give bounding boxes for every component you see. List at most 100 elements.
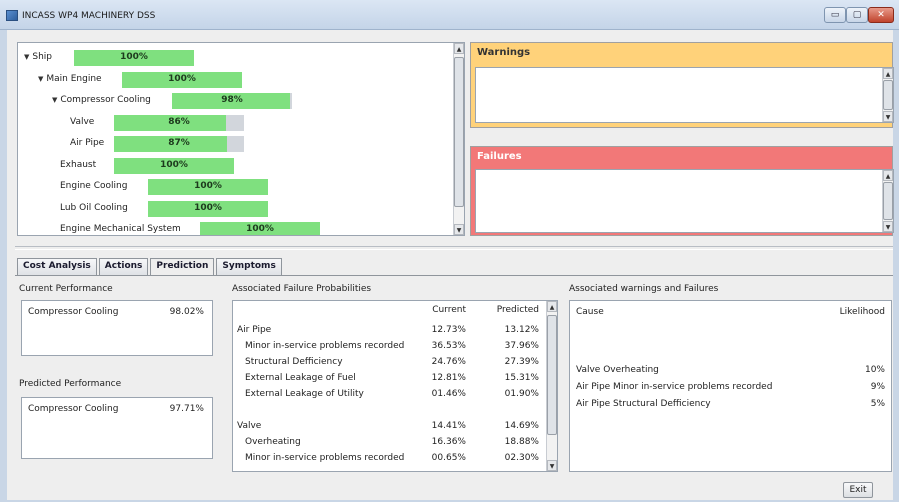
tree-node-label: Engine Mechanical System [60,224,181,234]
failures-list: ▲ ▼ [475,169,894,233]
table-row[interactable]: External Leakage of Fuel 12.81% 15.31% [233,371,553,387]
tab-cost-analysis[interactable]: Cost Analysis [17,258,97,275]
current-probability: 04.32% [421,471,466,472]
likelihood-value: 10% [864,365,885,375]
health-bar: 86% [114,114,244,131]
predicted-probability: 01.90% [504,389,539,399]
failures-scrollbar[interactable]: ▲ ▼ [882,170,893,232]
health-bar-value: 86% [168,116,190,127]
current-probability: 16.36% [431,437,466,447]
cause-label: Air Pipe Structural Defficiency [576,399,711,409]
tree-node[interactable]: ▼ Ship 100% [18,49,454,67]
table-row[interactable]: Air Pipe 12.73% 13.12% [233,323,553,339]
tree-node-text: Lub Oil Cooling [60,202,128,213]
predicted-probability: 14.69% [504,421,539,431]
current-probability: 24.76% [431,357,466,367]
table-row[interactable]: Air Pipe Minor in-service problems recor… [570,380,891,396]
tree-node[interactable]: Air Pipe 87% [18,135,454,153]
expand-arrow-icon[interactable]: ▼ [24,53,29,61]
table-header: Current Predicted [233,303,553,319]
current-probability: 01.46% [431,389,466,399]
tree-node-label: ▼ Main Engine [38,74,102,84]
table-row[interactable]: Valve 14.41% 14.69% [233,419,553,435]
table-row[interactable]: Minor in-service problems recorded 00.65%… [233,451,553,467]
table-row[interactable]: Air Pipe Structural Defficiency 5% [570,397,891,413]
scroll-up-icon[interactable]: ▲ [547,301,557,312]
table-row[interactable]: Fail To Start on Demand 04.32% 03.74% [233,469,553,472]
tree-node-label: Exhaust [60,160,96,170]
failure-mode-label: External Leakage of Utility [245,389,364,399]
split-divider[interactable] [15,246,893,250]
close-button[interactable]: ✕ [868,7,894,23]
table-row[interactable]: Valve Overheating 10% [570,363,891,379]
predicted-probability: 15.31% [504,373,539,383]
minimize-button[interactable]: ▭ [824,7,846,23]
health-bar: 98% [172,93,292,109]
failure-mode-label: Overheating [245,437,301,447]
scroll-thumb[interactable] [454,57,464,207]
scroll-down-icon[interactable]: ▼ [547,460,557,471]
table-row[interactable]: Structural Defficiency 24.76% 27.39% [233,355,553,371]
scroll-up-icon[interactable]: ▲ [883,170,893,181]
health-bar: 100% [74,50,194,66]
associated-warnings-table: Cause Likelihood Valve Overheating 10% Air… [569,300,892,472]
tree-node-label: Lub Oil Cooling [60,203,128,213]
column-likelihood: Likelihood [839,307,885,317]
tab-actions[interactable]: Actions [98,258,149,275]
tree-node[interactable]: Exhaust 100% [18,157,454,175]
maximize-button[interactable]: ▢ [846,7,868,23]
tab-underline [15,275,893,276]
tree-node-text: Ship [32,52,53,62]
tree-scrollbar[interactable]: ▲ ▼ [453,43,464,235]
failure-mode-label: Minor in-service problems recorded [245,453,405,463]
health-bar-value: 100% [120,52,148,62]
scroll-thumb[interactable] [883,182,893,220]
current-probability: 12.81% [431,373,466,383]
scroll-thumb[interactable] [883,80,893,110]
warnings-panel: Warnings ▲ ▼ [470,42,894,128]
tree-node[interactable]: ▼ Compressor Cooling 98% [18,92,454,110]
tree-node-text: Exhaust [60,159,97,170]
failure-mode-label: Structural Defficiency [245,357,343,367]
tree-node-text: Valve [70,116,95,127]
health-bar: 87% [114,136,244,152]
tab-prediction[interactable]: Prediction [150,258,215,276]
warnings-scrollbar[interactable]: ▲ ▼ [882,68,893,122]
tree-node[interactable]: Engine Mechanical System 100% [18,221,454,235]
scroll-down-icon[interactable]: ▼ [454,224,464,235]
failure-mode-label: Valve [237,421,262,431]
failure-mode-label: Fail To Start on Demand [245,471,352,472]
predicted-probability: 13.12% [504,325,539,335]
table-row[interactable]: Minor in-service problems recorded 36.53%… [233,339,553,355]
expand-arrow-icon[interactable]: ▼ [52,96,57,104]
tree-node-label: Air Pipe [70,138,104,148]
current-performance-name: Compressor Cooling [28,307,119,317]
scroll-down-icon[interactable]: ▼ [883,111,893,122]
table-row[interactable]: Overheating 16.36% 18.88% [233,435,553,451]
exit-button[interactable]: Exit [843,482,873,498]
scroll-down-icon[interactable]: ▼ [883,221,893,232]
scroll-up-icon[interactable]: ▲ [883,68,893,79]
failures-title: Failures [477,151,522,162]
tab-symptoms[interactable]: Symptoms [216,258,282,275]
warnings-list: ▲ ▼ [475,67,894,123]
tree-node[interactable]: Engine Cooling 100% [18,178,454,196]
failure-probabilities-scrollbar[interactable]: ▲ ▼ [546,301,557,471]
column-predicted: Predicted [496,305,539,315]
scroll-up-icon[interactable]: ▲ [454,43,464,54]
health-bar-value: 100% [160,159,188,170]
scroll-thumb[interactable] [547,315,557,435]
predicted-performance-name: Compressor Cooling [28,404,119,414]
predicted-probability: 03.74% [489,471,539,472]
tree-node[interactable]: Valve 86% [18,114,454,132]
warnings-title: Warnings [477,47,531,58]
failure-mode-label: External Leakage of Fuel [245,373,356,383]
tree-node-text: Engine Cooling [60,181,128,191]
expand-arrow-icon[interactable]: ▼ [38,75,43,83]
predicted-performance-title: Predicted Performance [19,379,122,389]
tree-node[interactable]: Lub Oil Cooling 100% [18,200,454,218]
current-performance-title: Current Performance [19,284,113,294]
tree-node[interactable]: ▼ Main Engine 100% [18,71,454,89]
table-row[interactable]: External Leakage of Utility 01.46% 01.90% [233,387,553,403]
health-bar: 100% [148,200,268,217]
